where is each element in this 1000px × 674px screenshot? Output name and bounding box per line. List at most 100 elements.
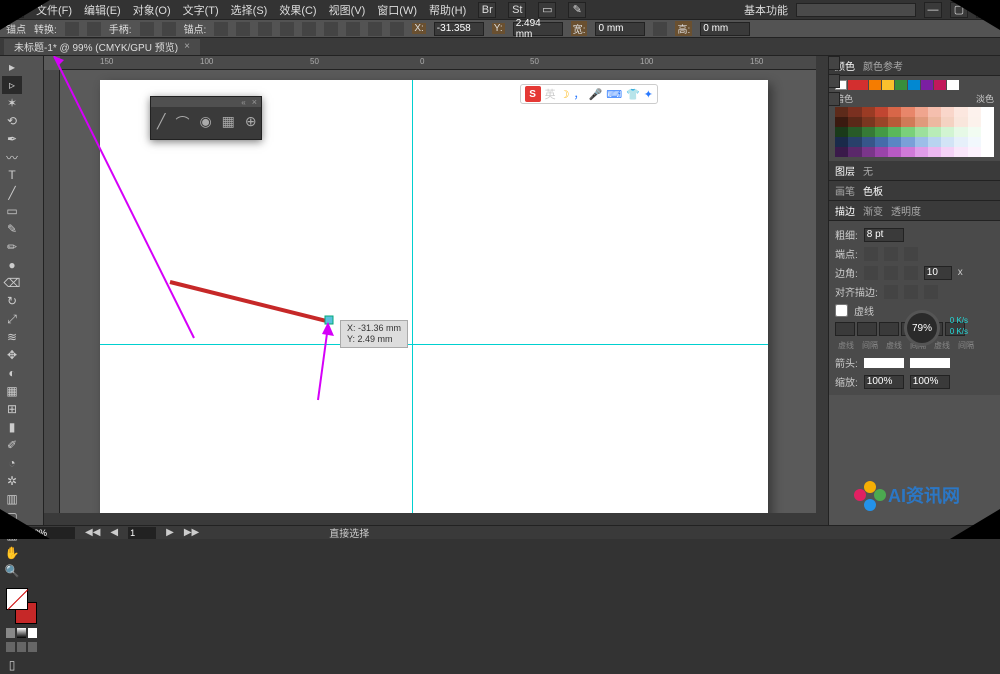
segment-polar-icon[interactable]: ⊕: [245, 113, 257, 133]
tool-magic-wand[interactable]: ✶: [2, 94, 22, 112]
handle-show-icon[interactable]: [140, 22, 154, 36]
ime-mic-icon[interactable]: 🎤: [588, 88, 602, 101]
search-input[interactable]: [796, 3, 916, 17]
collapsed-panel-dock[interactable]: [828, 56, 840, 106]
y-value[interactable]: 2.494 mm: [513, 22, 563, 36]
tool-options-panel[interactable]: «× ╱ ⌒ ◉ ▦ ⊕: [150, 96, 262, 140]
dock-icon-3[interactable]: [828, 92, 840, 106]
menu-select[interactable]: 选择(S): [231, 2, 268, 18]
segment-grid-icon[interactable]: ▦: [222, 113, 235, 133]
arrow-scale-end[interactable]: 100%: [910, 375, 950, 389]
tool-symbol-sprayer[interactable]: ✲: [2, 472, 22, 490]
tool-pen[interactable]: ✒: [2, 130, 22, 148]
vertical-scrollbar[interactable]: [816, 56, 828, 513]
tool-free-transform[interactable]: ✥: [2, 346, 22, 364]
artboard-nav-next[interactable]: ▶▶: [184, 527, 199, 538]
color-mode-gradient[interactable]: [17, 628, 26, 638]
ime-keyboard-icon[interactable]: ⌨: [606, 88, 622, 101]
fill-stroke-indicator[interactable]: [6, 588, 37, 624]
convert-smooth-icon[interactable]: [87, 22, 101, 36]
draw-mode-behind[interactable]: [17, 642, 26, 652]
dock-icon-1[interactable]: [828, 56, 840, 70]
reference-point-icon[interactable]: [390, 22, 404, 36]
artboard-number[interactable]: 1: [128, 527, 156, 539]
connect-anchor-icon[interactable]: [258, 22, 272, 36]
menu-edit[interactable]: 编辑(E): [84, 2, 121, 18]
w-value[interactable]: 0 mm: [595, 22, 645, 36]
tool-rectangle[interactable]: ▭: [2, 202, 22, 220]
st-icon[interactable]: St: [508, 2, 526, 18]
sogou-icon[interactable]: S: [525, 86, 541, 102]
artboard[interactable]: X: -31.36 mm Y: 2.49 mm: [100, 80, 768, 520]
align-icon-1[interactable]: [280, 22, 294, 36]
tool-selection[interactable]: ▸: [2, 58, 22, 76]
h-value[interactable]: 0 mm: [700, 22, 750, 36]
align-icon-4[interactable]: [346, 22, 360, 36]
gap-1[interactable]: [857, 322, 877, 336]
tool-eraser[interactable]: ⌫: [2, 274, 22, 292]
arrow-scale-start[interactable]: 100%: [864, 375, 904, 389]
artboard-nav-prev[interactable]: ◀◀: [85, 527, 100, 538]
color-guide-grid[interactable]: [835, 107, 994, 157]
layers-tab[interactable]: 图层: [835, 163, 855, 178]
ime-settings-icon[interactable]: ✦: [644, 88, 653, 101]
dash-1[interactable]: [835, 322, 855, 336]
tool-type[interactable]: T: [2, 166, 22, 184]
screen-mode[interactable]: ▯: [2, 656, 22, 674]
tab-close-icon[interactable]: ×: [184, 41, 190, 52]
ime-skin-icon[interactable]: 👕: [626, 88, 640, 101]
menu-effect[interactable]: 效果(C): [279, 2, 316, 18]
tool-line[interactable]: ╱: [2, 184, 22, 202]
menu-help[interactable]: 帮助(H): [429, 2, 466, 18]
layers-panel-header[interactable]: 图层 无: [829, 161, 1000, 181]
menu-type[interactable]: 文字(T): [183, 2, 219, 18]
artboard-nav-back[interactable]: ◀: [110, 527, 118, 538]
align-outside-icon[interactable]: [924, 285, 938, 299]
swatches-tab[interactable]: 色板: [863, 183, 883, 198]
tool-perspective[interactable]: ▦: [2, 382, 22, 400]
tool-zoom[interactable]: 🔍: [2, 562, 22, 580]
br-icon[interactable]: Br: [478, 2, 496, 18]
ime-toolbar[interactable]: S 英 ☽ ， 🎤 ⌨ 👕 ✦: [520, 84, 658, 104]
horizontal-scrollbar[interactable]: [44, 513, 828, 525]
guide-vertical[interactable]: [412, 80, 413, 520]
panel-close-icon[interactable]: ×: [252, 97, 257, 107]
cap-square-icon[interactable]: [904, 247, 918, 261]
segment-arc-icon[interactable]: ⌒: [175, 113, 189, 133]
dock-icon-2[interactable]: [828, 74, 840, 88]
menu-window[interactable]: 窗口(W): [377, 2, 417, 18]
stroke-panel-header[interactable]: 描边 渐变 透明度: [829, 201, 1000, 221]
handle-hide-icon[interactable]: [162, 22, 176, 36]
align-center-icon[interactable]: [884, 285, 898, 299]
fill-color[interactable]: [6, 588, 28, 610]
tool-mesh[interactable]: ⊞: [2, 400, 22, 418]
join-bevel-icon[interactable]: [904, 266, 918, 280]
cut-path-icon[interactable]: [236, 22, 250, 36]
segment-spiral-icon[interactable]: ◉: [199, 113, 211, 133]
stroke-tab[interactable]: 描边: [835, 203, 855, 218]
tool-blend[interactable]: ◔: [2, 454, 22, 472]
gradient-tab[interactable]: 渐变: [863, 203, 883, 218]
canvas[interactable]: 150 100 50 0 50 100 150 X: -31.36 mm Y: …: [44, 56, 828, 525]
draw-mode-inside[interactable]: [28, 642, 37, 652]
system-meter-overlay[interactable]: 79%: [904, 310, 940, 346]
draw-mode-normal[interactable]: [6, 642, 15, 652]
color-mode-normal[interactable]: [6, 628, 15, 638]
align-icon-3[interactable]: [324, 22, 338, 36]
align-inside-icon[interactable]: [904, 285, 918, 299]
rocket-icon[interactable]: ✎: [568, 2, 586, 18]
tool-brush[interactable]: ✎: [2, 220, 22, 238]
ime-lang[interactable]: 英: [545, 86, 556, 102]
document-tab[interactable]: 未标题-1* @ 99% (CMYK/GPU 预览) ×: [4, 39, 200, 55]
dash-2[interactable]: [879, 322, 899, 336]
join-round-icon[interactable]: [884, 266, 898, 280]
tool-rotate[interactable]: ↻: [2, 292, 22, 310]
tool-width[interactable]: ≋: [2, 328, 22, 346]
dashed-checkbox[interactable]: [835, 304, 848, 317]
tool-lasso[interactable]: ⟲: [2, 112, 22, 130]
panel-collapse-icon[interactable]: «: [241, 98, 245, 107]
tool-hand[interactable]: ✋: [2, 544, 22, 562]
align-icon-2[interactable]: [302, 22, 316, 36]
join-miter-icon[interactable]: [864, 266, 878, 280]
tool-direct-selection[interactable]: ▹: [2, 76, 22, 94]
